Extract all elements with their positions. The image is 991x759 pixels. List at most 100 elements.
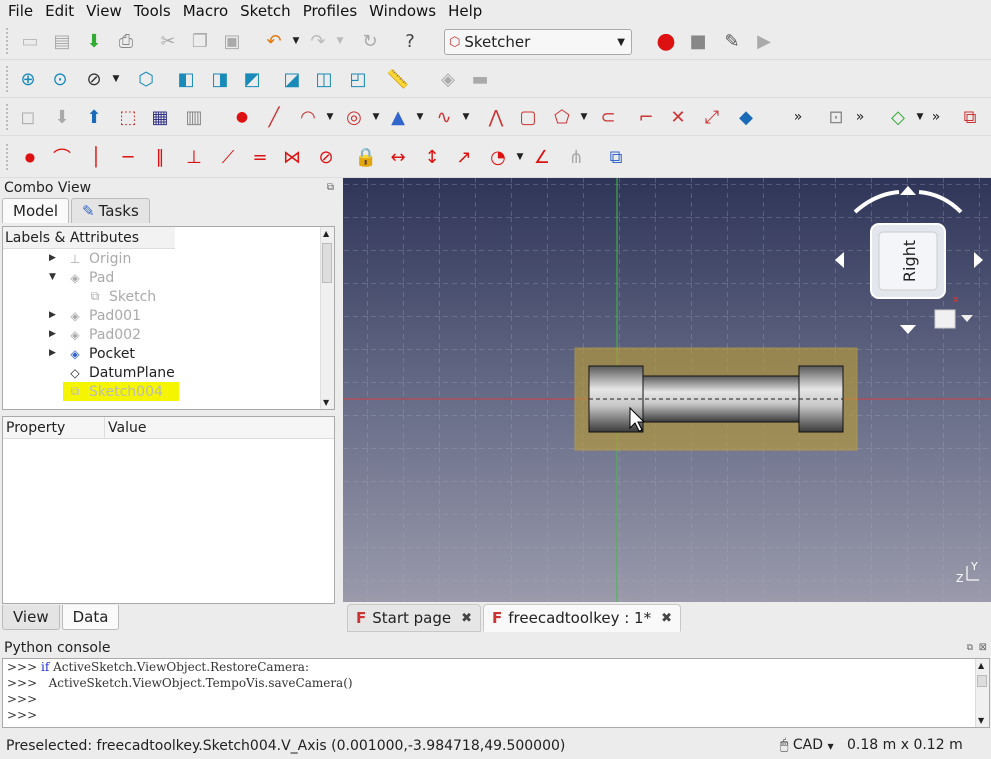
3d-viewport[interactable]: Right x Y Z (343, 178, 991, 602)
right-view-icon[interactable]: ◩ (240, 67, 264, 91)
python-console-output[interactable]: >>> if ActiveSketch.ViewObject.RestoreCa… (2, 658, 990, 728)
tab-start-page[interactable]: F Start page ✖ (347, 604, 482, 632)
menu-tools[interactable]: Tools (130, 0, 175, 22)
menu-sketch[interactable]: Sketch (236, 0, 295, 22)
tab-data[interactable]: Data (61, 605, 120, 630)
constrain-parallel-icon[interactable]: ∥ (148, 145, 172, 169)
redo-dropdown-icon[interactable]: ▼ (328, 29, 352, 53)
close-icon[interactable]: ✖ (461, 611, 472, 626)
virtual-space-icon[interactable]: ⧉ (958, 105, 982, 129)
rectangle-icon[interactable]: ▢ (516, 105, 540, 129)
open-icon[interactable]: ▤ (50, 29, 74, 53)
bspline-icon[interactable]: ∿ (432, 105, 456, 129)
scroll-down-icon[interactable]: ▼ (978, 716, 984, 725)
scroll-down-icon[interactable]: ▼ (323, 398, 329, 407)
trim-icon[interactable]: ✕ (666, 105, 690, 129)
tree-item-origin[interactable]: ⊥ Origin (67, 249, 132, 268)
polyline-icon[interactable]: ⋀ (484, 105, 508, 129)
left-view-icon[interactable]: ◰ (346, 67, 370, 91)
circle-icon[interactable]: ◎ (342, 105, 366, 129)
draw-style-icon[interactable]: ⊘ (82, 67, 106, 91)
toolbar-overflow-icon[interactable]: » (786, 105, 810, 129)
extend-icon[interactable]: ⤢ (700, 105, 724, 129)
constrain-horizontal-icon[interactable]: ─ (116, 145, 140, 169)
constrain-coincident-icon[interactable]: ● (18, 145, 42, 169)
expand-pad002-icon[interactable]: ▶ (49, 329, 56, 339)
constrain-equal-icon[interactable]: = (248, 145, 272, 169)
value-column-header[interactable]: Value (105, 417, 146, 438)
viewport-canvas[interactable]: Right x Y Z (343, 178, 991, 602)
constrain-lock-icon[interactable]: 🔒 (354, 145, 378, 169)
menu-help[interactable]: Help (444, 0, 486, 22)
group-icon[interactable]: ▬ (468, 67, 492, 91)
refresh-icon[interactable]: ↻ (358, 29, 382, 53)
menu-edit[interactable]: Edit (41, 0, 78, 22)
console-scrollbar[interactable]: ▲ ▼ (975, 659, 989, 727)
sketch-tools-icon[interactable]: ⊡ (824, 105, 848, 129)
constrain-distance-icon[interactable]: ↗ (452, 145, 476, 169)
polygon-icon[interactable]: ⬠ (550, 105, 574, 129)
expand-pocket-icon[interactable]: ▶ (49, 348, 56, 358)
scroll-up-icon[interactable]: ▲ (323, 229, 329, 238)
constrain-point-on-object-icon[interactable]: ⌒ (50, 145, 74, 169)
navcube-mini-cube-icon[interactable] (934, 309, 956, 329)
edit-macro-icon[interactable]: ✎ (720, 29, 744, 53)
view-section-icon[interactable]: ▦ (148, 105, 172, 129)
undo-dropdown-icon[interactable]: ▼ (284, 29, 308, 53)
menu-view[interactable]: View (82, 0, 126, 22)
property-column-header[interactable]: Property (3, 417, 105, 438)
edit-sketch-icon[interactable]: ⬇ (50, 105, 74, 129)
constrain-angle-icon[interactable]: ∠ (530, 145, 554, 169)
tab-freecadtoolkey[interactable]: F freecadtoolkey : 1* ✖ (483, 604, 681, 632)
tree-item-pad[interactable]: ◈ Pad (67, 268, 114, 287)
menu-macro[interactable]: Macro (179, 0, 232, 22)
fit-selection-icon[interactable]: ⊙ (48, 67, 72, 91)
whats-this-icon[interactable]: ? (398, 29, 422, 53)
close-icon[interactable]: ✖ (661, 611, 672, 626)
tree-item-sketch004[interactable]: ⧉ Sketch004 (63, 382, 179, 401)
undo-icon[interactable]: ↶ (262, 29, 286, 53)
tree-item-datumplane[interactable]: ◇ DatumPlane (67, 363, 174, 382)
scroll-up-icon[interactable]: ▲ (978, 661, 984, 670)
arc-dropdown-icon[interactable]: ▼ (318, 105, 342, 129)
tree-item-pocket[interactable]: ◈ Pocket (67, 344, 135, 363)
bspline-tools-icon[interactable]: ◇ (886, 105, 910, 129)
constrain-radius-dropdown-icon[interactable]: ▼ (508, 145, 532, 169)
line-icon[interactable]: ╱ (262, 105, 286, 129)
view-sketch-icon[interactable]: ⬚ (116, 105, 140, 129)
save-icon[interactable]: ⬇ (82, 29, 106, 53)
toolbar-overflow-icon-3[interactable]: » (924, 105, 948, 129)
constrain-perpendicular-icon[interactable]: ⊥ (182, 145, 206, 169)
rear-view-icon[interactable]: ◪ (280, 67, 304, 91)
constrain-block-icon[interactable]: ⊘ (314, 145, 338, 169)
print-icon[interactable]: ⎙ (114, 29, 138, 53)
tree-scrollbar[interactable]: ▲ ▼ (320, 227, 334, 409)
collapse-pad-icon[interactable]: ▼ (49, 272, 56, 282)
menu-windows[interactable]: Windows (365, 0, 440, 22)
conic-icon[interactable]: ▲ (386, 105, 410, 129)
isometric-view-icon[interactable]: ⬡ (134, 67, 158, 91)
workbench-selector[interactable]: ⬡ Sketcher ▼ (444, 29, 632, 55)
constrain-tangent-icon[interactable]: ⟋ (216, 145, 240, 169)
fit-all-icon[interactable]: ⊕ (16, 67, 40, 91)
tab-view[interactable]: View (2, 605, 60, 630)
measure-icon[interactable]: 📏 (386, 67, 410, 91)
tree-item-pad002[interactable]: ◈ Pad002 (67, 325, 141, 344)
tab-model[interactable]: Model (2, 198, 70, 223)
run-macro-icon[interactable]: ▶ (752, 29, 776, 53)
polygon-dropdown-icon[interactable]: ▼ (572, 105, 596, 129)
map-sketch-icon[interactable]: ▥ (182, 105, 206, 129)
fillet-icon[interactable]: ⌐ (634, 105, 658, 129)
slot-icon[interactable]: ⊂ (596, 105, 620, 129)
menu-file[interactable]: File (4, 0, 37, 22)
new-sketch-icon[interactable]: ◻ (16, 105, 40, 129)
tree-item-pad001[interactable]: ◈ Pad001 (67, 306, 141, 325)
record-macro-icon[interactable]: ● (654, 29, 678, 54)
tab-tasks[interactable]: ✎ Tasks (71, 198, 150, 223)
close-panel-icon[interactable]: ⊠ (979, 642, 987, 653)
tree-scroll-thumb[interactable] (322, 243, 332, 283)
constrain-vertical-distance-icon[interactable]: ↕ (420, 145, 444, 169)
stop-macro-icon[interactable]: ■ (686, 29, 710, 53)
float-panel-icon[interactable]: ⧉ (967, 643, 973, 653)
conic-dropdown-icon[interactable]: ▼ (408, 105, 432, 129)
